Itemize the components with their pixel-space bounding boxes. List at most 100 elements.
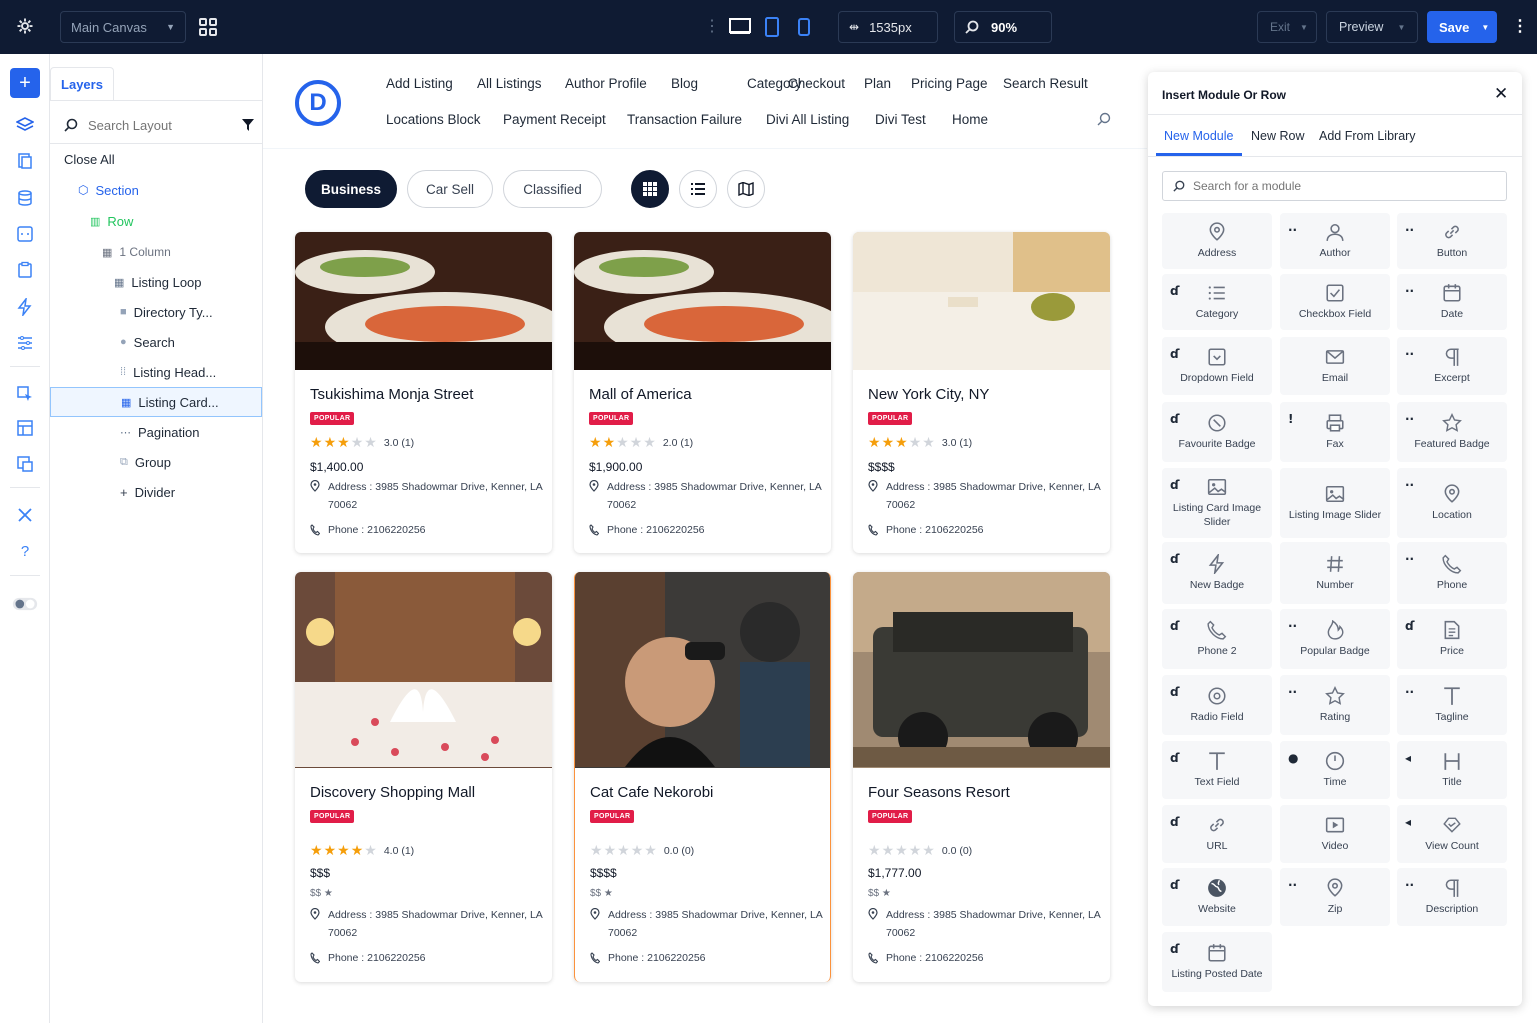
layer-listing-header[interactable]: ⁞⁞ Listing Head...: [50, 357, 262, 387]
listing-image[interactable]: [574, 232, 831, 370]
clipboard-icon[interactable]: [12, 257, 38, 283]
nav-link[interactable]: Plan: [864, 76, 891, 91]
nav-link[interactable]: Locations Block: [386, 112, 481, 127]
listing-image[interactable]: [295, 232, 552, 370]
nav-link[interactable]: Payment Receipt: [503, 112, 606, 127]
listing-title[interactable]: New York City, NY: [868, 386, 989, 403]
layer-column[interactable]: ▦ 1 Column: [50, 237, 262, 267]
site-logo[interactable]: D: [295, 80, 341, 126]
tablet-view-icon[interactable]: [765, 17, 779, 37]
templates-icon[interactable]: [12, 415, 38, 441]
desktop-view-icon[interactable]: [729, 17, 751, 35]
grid-icon[interactable]: [198, 17, 218, 37]
module-tile[interactable]: ɗ New Badge: [1162, 542, 1272, 604]
listing-card[interactable]: Four Seasons Resort POPULAR ★ ★ ★ ★ ★ 0.0 (0) $1…: [853, 572, 1110, 982]
filter-pill-classified[interactable]: Classified: [503, 170, 602, 208]
zoom-field[interactable]: 90%: [954, 11, 1052, 43]
filter-icon[interactable]: [242, 119, 254, 131]
module-tile[interactable]: ɗ Price: [1397, 609, 1507, 669]
module-tile[interactable]: ɗ URL: [1162, 805, 1272, 863]
preview-button[interactable]: Preview ▼: [1326, 11, 1418, 43]
module-tile[interactable]: ɗ Website: [1162, 868, 1272, 926]
module-tile[interactable]: ·· Zip: [1280, 868, 1390, 926]
layer-pagination[interactable]: ⋯ Pagination: [50, 417, 262, 447]
layer-group[interactable]: ⧉ Group: [50, 447, 262, 477]
close-icon[interactable]: ✕: [1494, 84, 1508, 104]
module-tile[interactable]: ɗ Phone 2: [1162, 609, 1272, 669]
listing-title[interactable]: Tsukishima Monja Street: [310, 386, 473, 403]
nav-link[interactable]: Pricing Page: [911, 76, 988, 91]
module-tile[interactable]: ◂ View Count: [1397, 805, 1507, 863]
cursor-icon[interactable]: [12, 381, 38, 407]
module-tile[interactable]: ·· Button: [1397, 213, 1507, 269]
nav-link[interactable]: All Listings: [477, 76, 542, 91]
listing-image[interactable]: [853, 232, 1110, 370]
canvas-select[interactable]: Main Canvas ▼: [60, 11, 186, 43]
module-tile[interactable]: ɗ Listing Posted Date: [1162, 932, 1272, 992]
nav-link[interactable]: Author Profile: [565, 76, 647, 91]
nav-link[interactable]: Transaction Failure: [627, 112, 742, 127]
module-tile[interactable]: ·· Featured Badge: [1397, 402, 1507, 462]
module-tile[interactable]: ·· Excerpt: [1397, 337, 1507, 395]
nav-link[interactable]: Add Listing: [386, 76, 453, 91]
phone-view-icon[interactable]: [798, 18, 810, 36]
exit-button[interactable]: Exit ▼: [1257, 11, 1317, 43]
more-options-icon[interactable]: ⋮: [1512, 16, 1528, 36]
nav-link[interactable]: Divi Test: [875, 112, 926, 127]
module-tile[interactable]: ● Time: [1280, 741, 1390, 799]
module-search[interactable]: [1162, 171, 1507, 201]
module-tile[interactable]: ɗ Dropdown Field: [1162, 337, 1272, 395]
drag-handle-icon[interactable]: ⋮: [704, 16, 720, 36]
module-search-input[interactable]: [1193, 179, 1473, 193]
tools-icon[interactable]: [12, 502, 38, 528]
module-tile[interactable]: ·· Phone: [1397, 542, 1507, 604]
listing-card[interactable]: Mall of America POPULAR ★ ★ ★ ★ ★ 2.0 (1) $1,900…: [574, 232, 831, 553]
add-icon[interactable]: +: [10, 68, 40, 98]
module-icon[interactable]: [12, 221, 38, 247]
nav-link[interactable]: Search Result: [1003, 76, 1088, 91]
listing-image[interactable]: [853, 572, 1110, 768]
library-icon[interactable]: [12, 451, 38, 477]
layer-search[interactable]: ● Search: [50, 327, 262, 357]
module-tile[interactable]: Address: [1162, 213, 1272, 269]
module-tile[interactable]: ◂ Title: [1397, 741, 1507, 799]
listing-card[interactable]: Cat Cafe Nekorobi POPULAR ★ ★ ★ ★ ★ 0.0 (0) $$$$…: [574, 572, 831, 982]
tab-new-row[interactable]: New Row: [1251, 129, 1305, 143]
module-tile[interactable]: Listing Image Slider: [1280, 468, 1390, 538]
list-view-icon[interactable]: [679, 170, 717, 208]
module-tile[interactable]: Video: [1280, 805, 1390, 863]
toggle-icon[interactable]: [12, 591, 38, 617]
layer-directory-type[interactable]: ■ Directory Ty...: [50, 297, 262, 327]
bolt-icon[interactable]: [12, 294, 38, 320]
nav-link[interactable]: Blog: [671, 76, 698, 91]
module-tile[interactable]: Email: [1280, 337, 1390, 395]
module-tile[interactable]: ɗ Radio Field: [1162, 675, 1272, 735]
module-tile[interactable]: ·· Location: [1397, 468, 1507, 538]
module-tile[interactable]: ɗ Category: [1162, 274, 1272, 330]
pages-icon[interactable]: [12, 148, 38, 174]
listing-image[interactable]: [295, 572, 552, 768]
close-all-button[interactable]: Close All: [50, 144, 262, 174]
module-tile[interactable]: ·· Description: [1397, 868, 1507, 926]
layer-listing-card[interactable]: ▦ Listing Card...: [50, 387, 262, 417]
filter-pill-business[interactable]: Business: [305, 170, 397, 208]
map-view-icon[interactable]: [727, 170, 765, 208]
listing-title[interactable]: Cat Cafe Nekorobi: [590, 784, 713, 801]
module-tile[interactable]: ɗ Text Field: [1162, 741, 1272, 799]
listing-image[interactable]: [575, 572, 831, 768]
listing-card[interactable]: New York City, NY POPULAR ★ ★ ★ ★ ★ 3.0 (1) $$$$…: [853, 232, 1110, 553]
module-tile[interactable]: ·· Author: [1280, 213, 1390, 269]
module-tile[interactable]: ·· Date: [1397, 274, 1507, 330]
filter-pill-car-sell[interactable]: Car Sell: [407, 170, 493, 208]
layers-search-input[interactable]: [88, 117, 228, 133]
nav-link[interactable]: Home: [952, 112, 988, 127]
tab-new-module[interactable]: New Module: [1164, 129, 1233, 143]
sliders-icon[interactable]: [12, 330, 38, 356]
module-tile[interactable]: ɗ Listing Card Image Slider: [1162, 468, 1272, 538]
listing-title[interactable]: Four Seasons Resort: [868, 784, 1010, 801]
layers-search[interactable]: [64, 114, 254, 136]
module-tile[interactable]: ·· Popular Badge: [1280, 609, 1390, 669]
nav-link[interactable]: Divi All Listing: [766, 112, 849, 127]
listing-title[interactable]: Mall of America: [589, 386, 692, 403]
grid-view-icon[interactable]: [631, 170, 669, 208]
